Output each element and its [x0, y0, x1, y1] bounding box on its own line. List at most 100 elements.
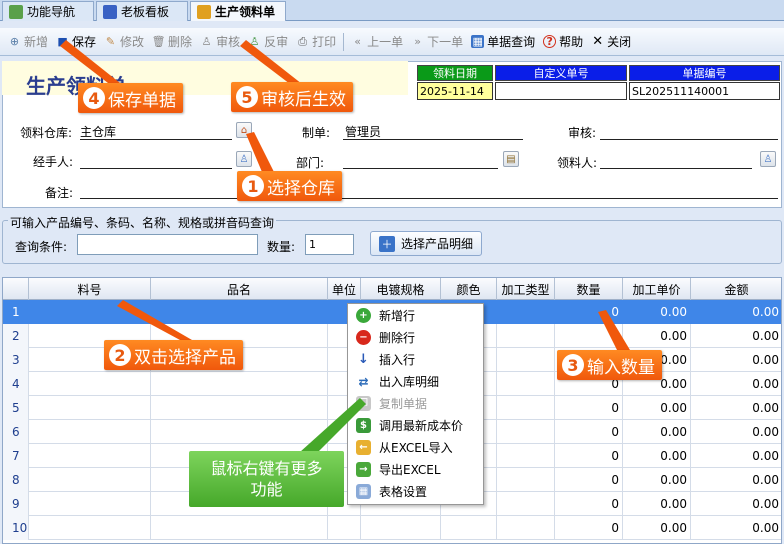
save-button[interactable]: ■ 保存: [52, 31, 100, 53]
quantity-cell[interactable]: 0: [555, 396, 623, 420]
product-name-cell[interactable]: [151, 300, 328, 324]
menu-item-latest-cost[interactable]: $ 调用最新成本价: [349, 415, 482, 436]
unit-price-cell[interactable]: 0.00: [623, 396, 691, 420]
col-header-product-name[interactable]: 品名: [151, 278, 328, 300]
previous-button[interactable]: « 上一单: [347, 31, 407, 53]
item-number-cell[interactable]: [29, 420, 151, 444]
col-header-item-number[interactable]: 料号: [29, 278, 151, 300]
approve-button[interactable]: ♙ 审核: [196, 31, 244, 53]
product-name-cell[interactable]: [151, 396, 328, 420]
tab-function-navigation[interactable]: 功能导航: [2, 1, 94, 21]
product-name-cell[interactable]: [151, 516, 328, 540]
process-type-cell[interactable]: [497, 372, 555, 396]
tab-production-requisition[interactable]: 生产领料单: [190, 1, 286, 21]
quantity-cell[interactable]: 0: [555, 468, 623, 492]
menu-item-excel-import[interactable]: ← 从EXCEL导入: [349, 437, 482, 458]
next-button[interactable]: » 下一单: [407, 31, 467, 53]
quantity-cell[interactable]: 0: [555, 492, 623, 516]
product-name-cell[interactable]: [151, 372, 328, 396]
process-type-cell[interactable]: [497, 516, 555, 540]
quantity-cell[interactable]: 0: [555, 516, 623, 540]
menu-item-insert-row[interactable]: ↓ 插入行: [349, 349, 482, 370]
department-field[interactable]: [343, 168, 498, 169]
unit-price-cell[interactable]: 0.00: [623, 324, 691, 348]
add-button[interactable]: ⊕ 新增: [4, 31, 52, 53]
table-row[interactable]: 10 0 0.00 0.00: [3, 516, 781, 540]
warehouse-picker-button[interactable]: ⌂: [236, 122, 252, 138]
amount-cell[interactable]: 0.00: [691, 396, 781, 420]
item-number-cell[interactable]: [29, 300, 151, 324]
quantity-cell[interactable]: 0: [555, 324, 623, 348]
process-type-cell[interactable]: [497, 468, 555, 492]
query-button[interactable]: ▦ 单据查询: [467, 31, 539, 53]
item-number-cell[interactable]: [29, 372, 151, 396]
item-number-cell[interactable]: [29, 444, 151, 468]
amount-cell[interactable]: 0.00: [691, 516, 781, 540]
unit-price-cell[interactable]: 0.00: [623, 492, 691, 516]
amount-cell[interactable]: 0.00: [691, 492, 781, 516]
receiver-field[interactable]: [600, 168, 752, 169]
unit-price-cell[interactable]: 0.00: [623, 444, 691, 468]
unit-price-cell[interactable]: 0.00: [623, 468, 691, 492]
col-header-amount[interactable]: 金额: [691, 278, 781, 300]
process-type-cell[interactable]: [497, 420, 555, 444]
menu-item-add-row[interactable]: + 新增行: [349, 305, 482, 326]
col-header-process-type[interactable]: 加工类型: [497, 278, 555, 300]
warehouse-field[interactable]: 主仓库: [80, 123, 116, 140]
item-number-cell[interactable]: [29, 396, 151, 420]
amount-cell[interactable]: 0.00: [691, 324, 781, 348]
delete-button[interactable]: 🗑 删除: [148, 31, 196, 53]
process-type-cell[interactable]: [497, 444, 555, 468]
document-number-field[interactable]: SL202511140001: [629, 82, 780, 100]
item-number-cell[interactable]: [29, 468, 151, 492]
maker-field[interactable]: 管理员: [345, 123, 381, 140]
select-product-detail-button[interactable]: ＋ 选择产品明细: [370, 231, 482, 256]
amount-cell[interactable]: 0.00: [691, 300, 781, 324]
process-type-cell[interactable]: [497, 348, 555, 372]
menu-item-stock-detail[interactable]: ⇄ 出入库明细: [349, 371, 482, 392]
unit-price-cell[interactable]: 0.00: [623, 516, 691, 540]
edit-button[interactable]: ✎ 修改: [100, 31, 148, 53]
quantity-cell[interactable]: 0: [555, 444, 623, 468]
col-header-unit[interactable]: 单位: [328, 278, 361, 300]
menu-item-copy-document[interactable]: ❐ 复制单据: [349, 393, 482, 414]
custom-number-field[interactable]: [495, 82, 627, 100]
plating-spec-cell[interactable]: [361, 516, 441, 540]
remark-field[interactable]: [80, 198, 778, 199]
tab-boss-dashboard[interactable]: 老板看板: [96, 1, 188, 21]
receiver-picker-button[interactable]: ♙: [760, 151, 776, 167]
amount-cell[interactable]: 0.00: [691, 444, 781, 468]
item-number-cell[interactable]: [29, 516, 151, 540]
process-type-cell[interactable]: [497, 396, 555, 420]
col-header-color[interactable]: 颜色: [441, 278, 497, 300]
department-picker-button[interactable]: ▤: [503, 151, 519, 167]
amount-cell[interactable]: 0.00: [691, 420, 781, 444]
unit-price-cell[interactable]: 0.00: [623, 420, 691, 444]
process-type-cell[interactable]: [497, 492, 555, 516]
unit-cell[interactable]: [328, 516, 361, 540]
query-condition-input[interactable]: [77, 234, 258, 255]
amount-cell[interactable]: 0.00: [691, 348, 781, 372]
menu-item-delete-row[interactable]: − 删除行: [349, 327, 482, 348]
amount-cell[interactable]: 0.00: [691, 372, 781, 396]
process-type-cell[interactable]: [497, 300, 555, 324]
help-button[interactable]: ? 帮助: [539, 31, 587, 53]
item-number-cell[interactable]: [29, 492, 151, 516]
quantity-cell[interactable]: 0: [555, 300, 623, 324]
unapprove-button[interactable]: ♙ 反审: [244, 31, 292, 53]
menu-item-table-settings[interactable]: ▦ 表格设置: [349, 481, 482, 502]
quantity-input[interactable]: 1: [305, 234, 354, 255]
process-type-cell[interactable]: [497, 324, 555, 348]
col-header-process-unit-price[interactable]: 加工单价: [623, 278, 691, 300]
col-header-plating-spec[interactable]: 电镀规格: [361, 278, 441, 300]
amount-cell[interactable]: 0.00: [691, 468, 781, 492]
menu-item-excel-export[interactable]: → 导出EXCEL: [349, 459, 482, 480]
quantity-cell[interactable]: 0: [555, 420, 623, 444]
col-header-quantity[interactable]: 数量: [555, 278, 623, 300]
requisition-date-field[interactable]: 2025-11-14: [417, 82, 493, 100]
color-cell[interactable]: [441, 516, 497, 540]
close-button[interactable]: ✕ 关闭: [587, 31, 635, 53]
product-name-cell[interactable]: [151, 420, 328, 444]
print-button[interactable]: ⎙ 打印: [292, 31, 340, 53]
handler-picker-button[interactable]: ♙: [236, 151, 252, 167]
